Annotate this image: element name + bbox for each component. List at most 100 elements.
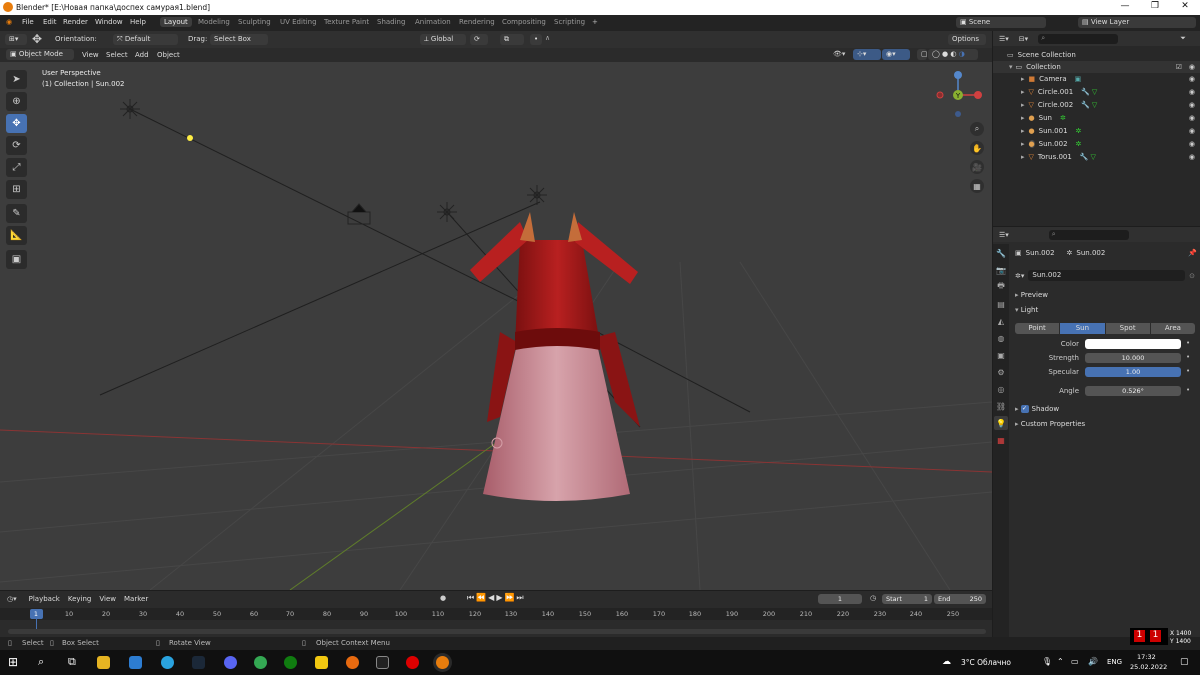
move-icon[interactable]: ✥ bbox=[6, 114, 27, 133]
modifier-tab-icon[interactable]: ⚙ bbox=[994, 365, 1008, 379]
timeline-editor-icon[interactable]: ◷▾ bbox=[7, 595, 17, 603]
tab-compositing[interactable]: Compositing bbox=[498, 18, 550, 26]
start-frame-field[interactable]: Start 1 bbox=[882, 594, 932, 604]
light-type-sun[interactable]: Sun bbox=[1060, 323, 1105, 334]
blender-taskbar-icon[interactable] bbox=[436, 656, 449, 669]
list-item[interactable]: ▸ ■ Camera ▣ ◉ bbox=[993, 73, 1200, 85]
menu-marker[interactable]: Marker bbox=[124, 595, 148, 603]
keyframe-dot[interactable]: • bbox=[1186, 367, 1190, 375]
shading-mode-icons[interactable]: ◯ ● ◐ ◑ bbox=[928, 49, 978, 60]
menu-playback[interactable]: Playback bbox=[29, 595, 60, 603]
modifier-icon[interactable]: 🔧 bbox=[1081, 101, 1090, 109]
tool-tab-icon[interactable]: 🔧 bbox=[994, 246, 1008, 260]
3d-cursor-icon[interactable]: ⊕ bbox=[6, 92, 27, 111]
volume-icon[interactable]: 🔊 bbox=[1088, 657, 1098, 666]
measure-icon[interactable]: 📐 bbox=[6, 226, 27, 245]
modifier-icon[interactable]: 🔧 bbox=[1080, 153, 1089, 161]
eye-icon[interactable]: ◉ bbox=[1189, 88, 1195, 96]
eye-icon[interactable]: ◉ bbox=[1189, 114, 1195, 122]
zoom-icon[interactable]: ⌕ bbox=[970, 122, 984, 136]
properties-search-input[interactable]: ⌕ bbox=[1048, 229, 1129, 240]
search-icon[interactable]: ⌕ bbox=[38, 655, 44, 669]
physics-tab-icon[interactable]: ◎ bbox=[994, 382, 1008, 396]
keyframe-dot[interactable]: • bbox=[1186, 386, 1190, 394]
output-tab-icon[interactable]: 🖶 bbox=[994, 280, 1008, 294]
world-tab-icon[interactable]: ◍ bbox=[994, 331, 1008, 345]
list-item[interactable]: ▸ ▽ Circle.002 🔧 ▽ ◉ bbox=[993, 99, 1200, 111]
tab-rendering[interactable]: Rendering bbox=[455, 18, 499, 26]
mail-icon[interactable] bbox=[129, 656, 142, 669]
folder-icon[interactable] bbox=[315, 656, 328, 669]
tab-layout[interactable]: Layout bbox=[160, 17, 192, 27]
list-item[interactable]: ▸ ▽ Circle.001 🔧 ▽ ◉ bbox=[993, 86, 1200, 98]
light-data-tab-icon[interactable]: 💡 bbox=[994, 416, 1008, 430]
specular-slider[interactable]: 1.00 bbox=[1085, 367, 1181, 377]
rotate-icon[interactable]: ⟳ bbox=[6, 136, 27, 155]
mode-dropdown[interactable]: ▣ Object Mode bbox=[6, 49, 74, 60]
list-item[interactable]: ▸ ● Sun ✲ ◉ bbox=[993, 112, 1200, 124]
timeline-scrollbar[interactable] bbox=[8, 629, 986, 634]
editor-type-icon[interactable]: ⊞▾ bbox=[5, 34, 27, 45]
mesh-data-icon[interactable]: ▽ bbox=[1091, 153, 1096, 161]
snap-toggle[interactable]: • bbox=[530, 34, 542, 45]
playback-controls[interactable]: ⏮⏪◀▶⏩⏭ bbox=[467, 593, 526, 603]
tab-modeling[interactable]: Modeling bbox=[194, 18, 234, 26]
annotate-icon[interactable]: ✎ bbox=[6, 204, 27, 223]
overlay-toggle-icon[interactable]: ◉▾ bbox=[882, 49, 910, 60]
light-data-icon[interactable]: ✲ bbox=[1060, 114, 1066, 122]
eye-icon[interactable]: ◉ bbox=[1189, 101, 1195, 109]
object-tab-icon[interactable]: ▣ bbox=[994, 348, 1008, 362]
pivot-point-icon[interactable]: ⟳ bbox=[470, 34, 488, 45]
xray-icon[interactable]: ▢ bbox=[917, 49, 928, 60]
proportional-edit-icon[interactable]: ∧ bbox=[545, 34, 550, 42]
blender-menu-icon[interactable]: ◉ bbox=[6, 18, 12, 26]
properties-editor-icon[interactable]: ☰▾ bbox=[999, 231, 1009, 239]
menu-view[interactable]: View bbox=[82, 51, 99, 59]
options-dropdown[interactable]: Options bbox=[948, 34, 986, 45]
camera-view-icon[interactable]: 🎥 bbox=[970, 160, 984, 174]
visibility-icon[interactable]: 👁▾ bbox=[833, 50, 845, 58]
xbox-icon[interactable] bbox=[284, 656, 297, 669]
constraints-tab-icon[interactable]: ⛓ bbox=[994, 399, 1008, 413]
close-button[interactable]: ✕ bbox=[1170, 1, 1200, 11]
clock-date[interactable]: 25.02.2022 bbox=[1130, 663, 1167, 671]
filter-icon[interactable]: ⏷ bbox=[1180, 34, 1186, 43]
color-field[interactable] bbox=[1085, 339, 1181, 349]
minimize-button[interactable]: — bbox=[1110, 1, 1140, 11]
light-type-point[interactable]: Point bbox=[1015, 323, 1060, 334]
gizmo-toggle-icon[interactable]: ⊹▾ bbox=[853, 49, 881, 60]
expand-icon[interactable]: ▸ bbox=[1021, 88, 1025, 96]
pin-icon[interactable]: 📌 bbox=[1188, 249, 1197, 257]
angle-field[interactable]: 0.526° bbox=[1085, 386, 1181, 396]
clock-icon[interactable]: ◷ bbox=[870, 594, 876, 602]
eye-icon[interactable]: ◉ bbox=[1189, 127, 1195, 135]
add-cube-icon[interactable]: ▣ bbox=[6, 250, 27, 269]
transform-orientation-dropdown[interactable]: ⟂ Global bbox=[420, 34, 466, 45]
expand-icon[interactable]: ▸ bbox=[1021, 114, 1025, 122]
select-cursor-icon[interactable]: ➤ bbox=[6, 70, 27, 89]
tab-animation[interactable]: Animation bbox=[411, 18, 455, 26]
tab-sculpting[interactable]: Sculpting bbox=[234, 18, 275, 26]
menu-file[interactable]: File bbox=[22, 18, 34, 26]
menu-timeline-view[interactable]: View bbox=[99, 595, 116, 603]
datablock-selector[interactable]: ✲▾ Sun.002 ⊙ bbox=[1015, 270, 1195, 281]
pan-hand-icon[interactable]: ✋ bbox=[970, 141, 984, 155]
maximize-button[interactable]: ❐ bbox=[1140, 1, 1170, 11]
display-mode-icon[interactable]: ⊟▾ bbox=[1019, 35, 1028, 43]
clock-time[interactable]: 17:32 bbox=[1137, 653, 1156, 661]
origin-icon[interactable] bbox=[346, 656, 359, 669]
list-item[interactable]: ▸ ● Sun.001 ✲ ◉ bbox=[993, 125, 1200, 137]
menu-render[interactable]: Render bbox=[63, 18, 88, 26]
end-frame-field[interactable]: End 250 bbox=[934, 594, 986, 604]
keyframe-dot[interactable]: • bbox=[1186, 339, 1190, 347]
tab-uv-editing[interactable]: UV Editing bbox=[276, 18, 321, 26]
expand-icon[interactable]: ▸ bbox=[1021, 127, 1025, 135]
file-explorer-icon[interactable] bbox=[97, 656, 110, 669]
expand-icon[interactable]: ▸ bbox=[1021, 140, 1025, 148]
scale-icon[interactable]: ⤢ bbox=[6, 158, 27, 177]
transform-icon[interactable]: ⊞ bbox=[6, 180, 27, 199]
scene-selector[interactable]: ▣ Scene bbox=[956, 17, 1046, 28]
tab-texture-paint[interactable]: Texture Paint bbox=[320, 18, 373, 26]
expand-icon[interactable]: ▾ bbox=[1009, 63, 1013, 71]
perspective-grid-icon[interactable]: ▦ bbox=[970, 179, 984, 193]
